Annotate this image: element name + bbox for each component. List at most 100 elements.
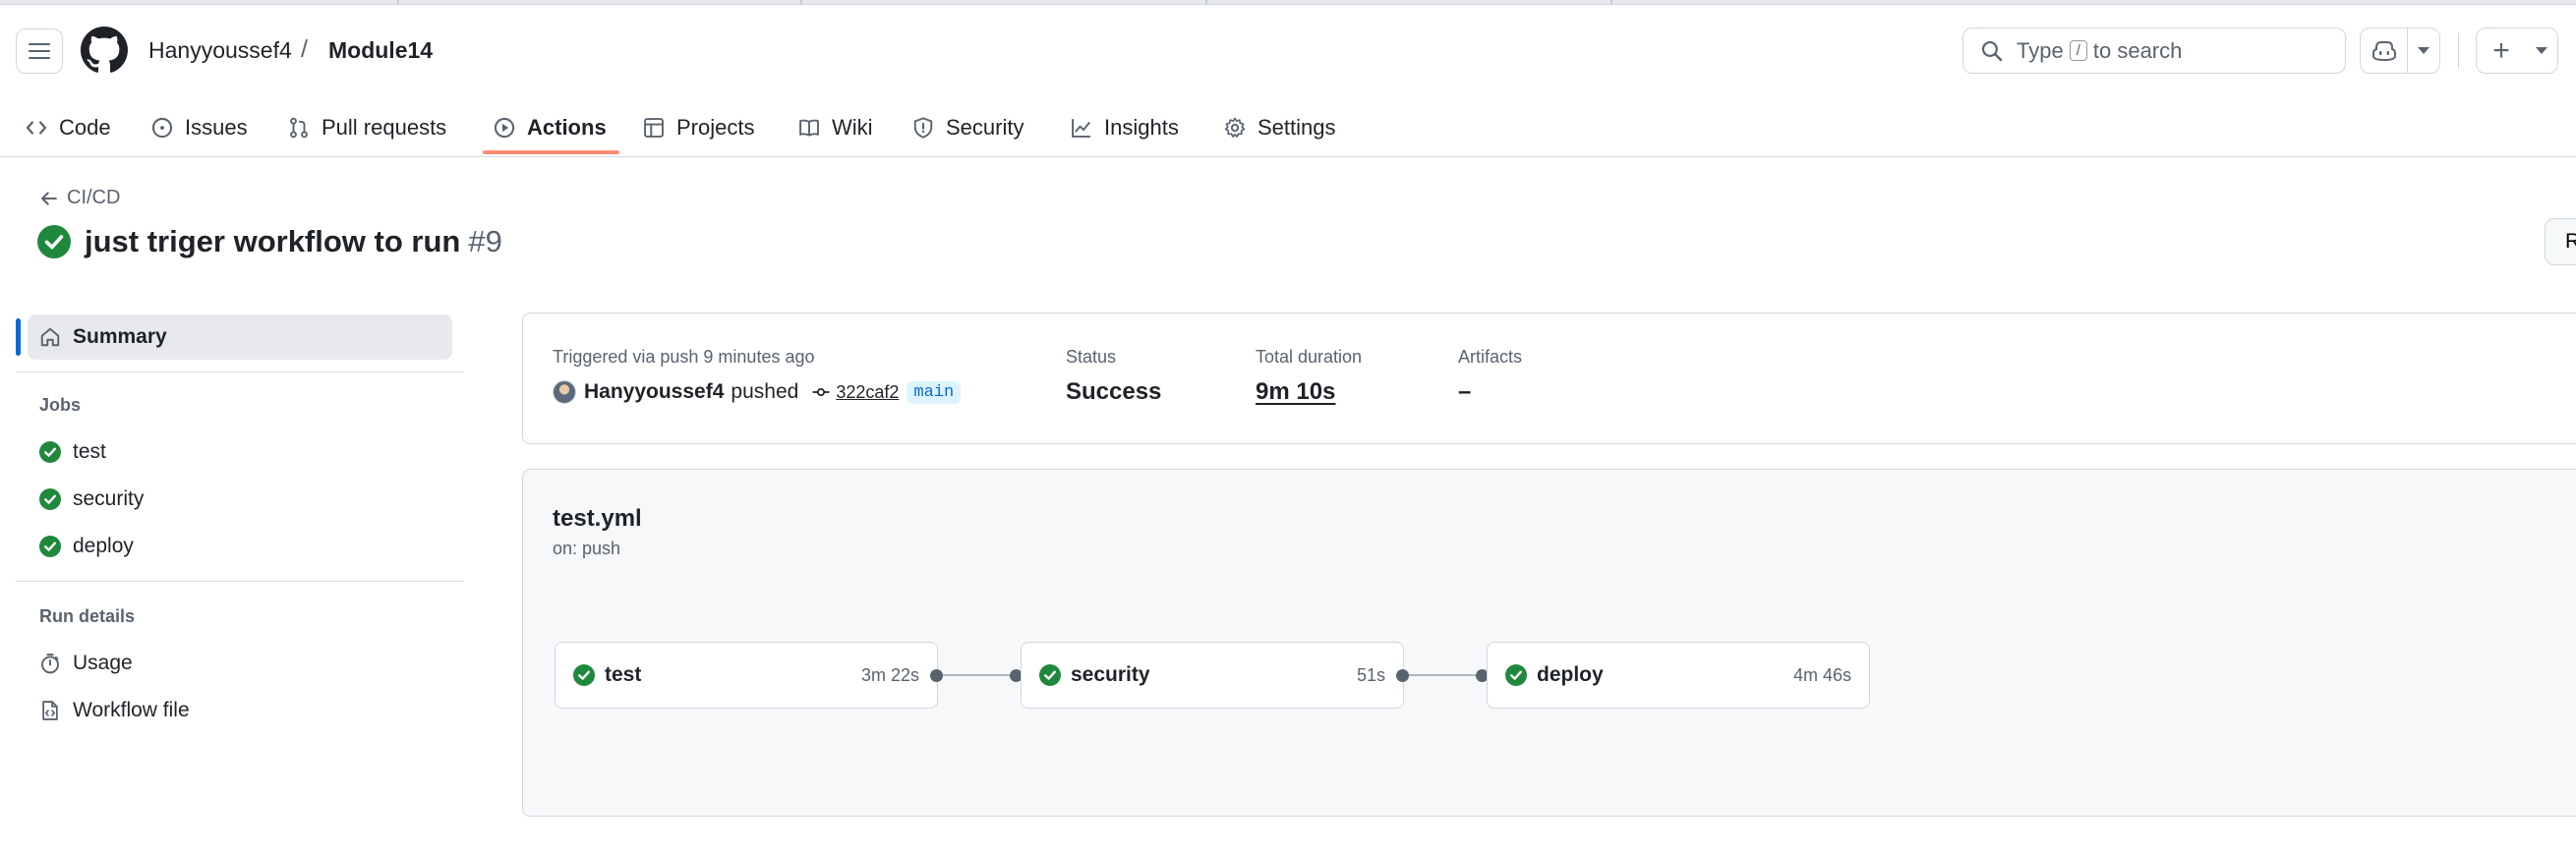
issue-opened-icon [151, 117, 173, 139]
sidebar-job-test[interactable]: test [39, 432, 106, 472]
page-title: just triger workflow to run #9 [37, 224, 502, 259]
selected-indicator [16, 318, 21, 356]
jobs-heading: Jobs [39, 395, 82, 415]
create-new-button[interactable]: + [2477, 28, 2526, 73]
path-separator: / [301, 35, 308, 63]
back-link-label: CI/CD [67, 187, 121, 208]
table-icon [644, 118, 664, 138]
tab-wiki-label: Wiki [832, 115, 873, 140]
sidebar-item-workflow-file[interactable]: Workflow file [39, 691, 190, 730]
repo-owner-link[interactable]: Hanyyoussef4 [148, 37, 292, 64]
tab-issues-label: Issues [185, 115, 248, 140]
sidebar-item-usage[interactable]: Usage [39, 644, 133, 683]
create-new-dropdown-button[interactable] [2526, 28, 2557, 73]
check-circle-fill-icon [39, 441, 61, 463]
job-connector-line [943, 674, 1010, 676]
gear-icon [1224, 117, 1246, 138]
copilot-button-group [2360, 28, 2440, 74]
sidebar-summary-label: Summary [73, 325, 167, 348]
duration-value-link[interactable]: 9m 10s [1256, 378, 1335, 406]
status-label: Status [1066, 347, 1117, 367]
check-circle-fill-icon [573, 664, 595, 686]
play-icon [494, 117, 515, 139]
branch-badge[interactable]: main [907, 380, 962, 404]
tab-security-label: Security [946, 115, 1025, 140]
plus-icon: + [2492, 33, 2510, 67]
run-number: #9 [468, 224, 502, 258]
job-name: deploy [1537, 663, 1604, 686]
sidebar-workflow-file-label: Workflow file [73, 699, 190, 721]
search-icon [1981, 40, 2003, 61]
connector-dot [1396, 669, 1409, 682]
job-name: security [1071, 663, 1150, 686]
back-to-workflow-link[interactable]: CI/CD [39, 187, 120, 209]
sidebar-job-label: security [73, 487, 145, 510]
sidebar-job-label: test [73, 440, 106, 463]
chevron-down-icon [2536, 47, 2547, 54]
file-code-icon [42, 701, 58, 720]
tab-issues[interactable]: Issues [151, 98, 248, 157]
sidebar-divider [16, 371, 464, 372]
git-commit-icon [812, 388, 830, 396]
duration-label: Total duration [1256, 347, 1363, 367]
rerun-button[interactable]: R [2545, 218, 2576, 265]
sidebar-job-security[interactable]: security [39, 480, 144, 519]
tab-pull-requests-label: Pull requests [322, 115, 447, 140]
check-circle-fill-icon [1039, 664, 1061, 686]
run-title-text: just triger workflow to run [85, 224, 461, 258]
check-circle-fill-icon [39, 488, 61, 510]
header-divider [2458, 33, 2459, 69]
tab-settings[interactable]: Settings [1224, 98, 1336, 157]
sidebar-divider [16, 581, 464, 582]
tab-actions[interactable]: Actions [494, 98, 607, 157]
tab-security[interactable]: Security [912, 98, 1024, 157]
hamburger-icon [29, 43, 50, 59]
job-duration: 4m 46s [1792, 664, 1851, 685]
trigger-user-link[interactable]: Hanyyoussef4 [584, 380, 724, 404]
artifacts-label: Artifacts [1458, 347, 1523, 367]
copilot-button[interactable] [2361, 28, 2408, 73]
job-node-test[interactable]: test 3m 22s [555, 642, 938, 709]
tab-pull-requests[interactable]: Pull requests [288, 98, 446, 157]
tab-wiki[interactable]: Wiki [798, 98, 873, 157]
github-logo[interactable] [81, 27, 128, 74]
trigger-verb: pushed [731, 380, 799, 403]
trigger-details: Hanyyoussef4 pushed 322caf2 main [553, 380, 962, 404]
browser-tab-strip [0, 0, 2576, 5]
artifacts-value: – [1458, 378, 1472, 405]
job-connector-line [1409, 674, 1476, 676]
search-suffix: to search [2092, 37, 2183, 63]
search-input[interactable]: Type / to search [1962, 28, 2346, 74]
avatar[interactable] [553, 380, 576, 404]
sidebar-usage-label: Usage [73, 652, 133, 674]
workflow-trigger: on: push [553, 539, 621, 558]
tab-projects-label: Projects [676, 115, 755, 140]
home-icon [40, 327, 60, 347]
sidebar-job-label: deploy [73, 535, 134, 557]
menu-button[interactable] [16, 28, 63, 74]
copilot-icon [2371, 40, 2396, 61]
tab-projects[interactable]: Projects [643, 98, 754, 157]
sidebar-job-deploy[interactable]: deploy [39, 527, 134, 566]
code-icon [26, 121, 47, 135]
commit-link[interactable]: 322caf2 [812, 382, 899, 403]
check-circle-fill-icon [39, 536, 61, 557]
book-icon [799, 119, 819, 137]
tab-actions-label: Actions [527, 115, 607, 140]
tab-insights[interactable]: Insights [1071, 98, 1179, 157]
shield-icon [913, 117, 933, 139]
repo-name-link[interactable]: Module14 [328, 37, 433, 64]
tab-code[interactable]: Code [26, 98, 111, 157]
sidebar-item-summary[interactable]: Summary [28, 314, 452, 360]
job-name: test [605, 663, 642, 686]
run-summary-card: Triggered via push 9 minutes ago Hanyyou… [522, 313, 2576, 444]
graph-icon [1072, 119, 1090, 138]
job-node-deploy[interactable]: deploy 4m 46s [1487, 642, 1870, 709]
copilot-dropdown-button[interactable] [2408, 28, 2439, 73]
search-prefix: Type [2017, 37, 2064, 63]
trigger-label: Triggered via push 9 minutes ago [553, 347, 815, 367]
git-pull-request-icon [290, 117, 308, 139]
job-node-security[interactable]: security 51s [1021, 642, 1404, 709]
check-circle-fill-icon [37, 225, 71, 258]
job-duration: 3m 22s [860, 664, 919, 685]
